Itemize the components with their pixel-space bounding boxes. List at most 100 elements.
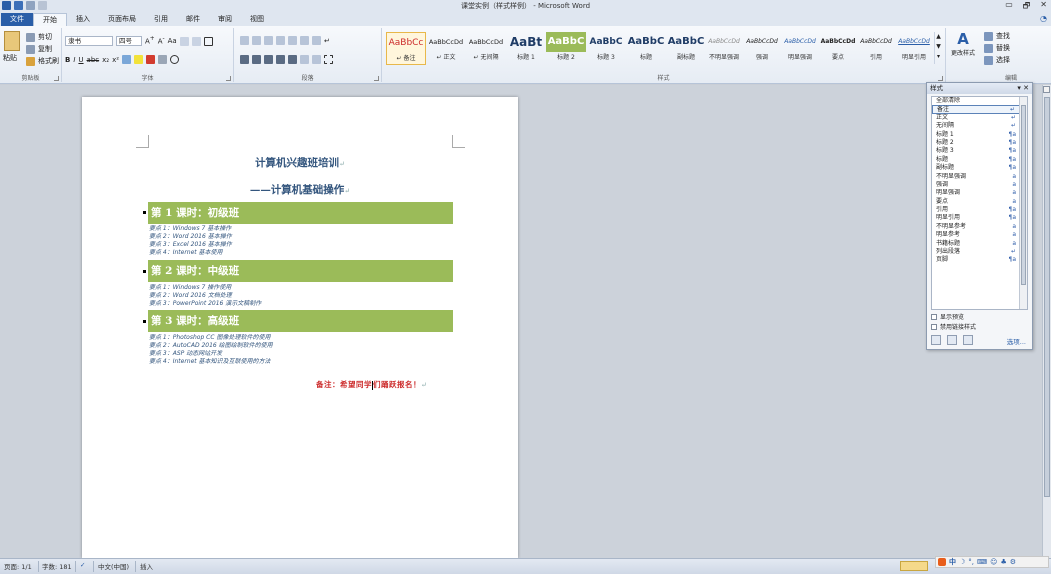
multilevel-list-icon[interactable]	[264, 36, 273, 45]
style-gallery-item[interactable]: AaBbC 标题 3	[586, 32, 626, 65]
style-list-item[interactable]: 不明显强调 a	[932, 173, 1027, 181]
gallery-scroll[interactable]: ▲ ▼ ▾	[934, 32, 942, 64]
justify-icon[interactable]	[276, 55, 285, 64]
tab-mailings[interactable]: 邮件	[177, 13, 209, 26]
print-layout-view-icon[interactable]	[900, 561, 928, 571]
topic-item[interactable]: 要点 2：Word 2016 基本操作	[149, 233, 232, 241]
ime-keyboard-icon[interactable]: ⌨	[977, 558, 987, 566]
ime-user-icon[interactable]: ☺	[990, 558, 997, 566]
remark-paragraph[interactable]: 备注：希望同学们踊跃报名！↵	[316, 379, 427, 390]
topic-item[interactable]: 要点 4：Internet 基本知识及互联使用的方法	[149, 358, 273, 366]
styles-options-link[interactable]: 选项...	[1007, 336, 1026, 346]
enclose-char-icon[interactable]	[170, 55, 180, 64]
style-gallery-item[interactable]: AaBbC 标题	[626, 32, 666, 65]
show-marks-icon[interactable]: ↵	[324, 37, 330, 45]
ime-punct-icon[interactable]: °,	[968, 558, 974, 566]
topic-item[interactable]: 要点 4：Internet 基本使用	[149, 249, 232, 257]
subscript-icon[interactable]: x₂	[102, 56, 109, 64]
change-case-icon[interactable]: Aa	[168, 37, 177, 45]
bullets-icon[interactable]	[240, 36, 249, 45]
disable-linked-styles-checkbox[interactable]: 禁用链接样式	[931, 322, 976, 331]
find-button[interactable]: 查找	[996, 31, 1010, 41]
show-preview-checkbox[interactable]: 显示预览	[931, 312, 964, 321]
char-border-icon[interactable]	[203, 36, 213, 46]
lesson-heading[interactable]: 第 2 课时：中级班	[148, 260, 453, 282]
document-page[interactable]: 计算机兴趣班培训↵ ——计算机基础操作↵ 第 1 课时：初级班 要点 1：Win…	[82, 97, 518, 558]
style-gallery-item[interactable]: AaBbC 标题 2	[546, 32, 586, 65]
align-right-icon[interactable]	[264, 55, 273, 64]
style-list-item[interactable]: 无间隔 ↵	[932, 122, 1027, 130]
paste-button[interactable]: 粘贴	[3, 53, 17, 63]
vertical-scrollbar[interactable]	[1042, 85, 1051, 558]
style-gallery-item[interactable]: AaBbCcDd 明显引用	[894, 32, 934, 65]
ime-skin-icon[interactable]: ♣	[1000, 558, 1006, 566]
lesson-heading[interactable]: 第 1 课时：初级班	[148, 202, 453, 224]
style-gallery-item[interactable]: AaBbCcDd ↵ 无间隔	[466, 32, 506, 65]
ime-moon-icon[interactable]: ☽	[959, 558, 965, 566]
topic-item[interactable]: 要点 2：AutoCAD 2016 绘图绘制软件的使用	[149, 342, 273, 350]
topic-item[interactable]: 要点 1：Windows 7 基本操作	[149, 225, 232, 233]
topic-item[interactable]: 要点 1：Photoshop CC 图像处理软件的使用	[149, 334, 273, 342]
style-gallery-item[interactable]: AaBbCcDd 强调	[742, 32, 782, 65]
tab-view[interactable]: 视图	[241, 13, 273, 26]
font-size-combo[interactable]: 四号	[116, 36, 142, 46]
style-list-item[interactable]: 不明显参考 a	[932, 223, 1027, 231]
tab-references[interactable]: 引用	[145, 13, 177, 26]
format-painter-button[interactable]: 格式刷	[38, 56, 59, 66]
topic-item[interactable]: 要点 3：Excel 2016 基本操作	[149, 241, 232, 249]
style-list-item[interactable]: 正文 ↵	[932, 114, 1027, 122]
clipboard-launcher-icon[interactable]	[54, 76, 59, 81]
style-list-item[interactable]: 要点 a	[932, 198, 1027, 206]
paste-icon[interactable]	[4, 31, 20, 51]
topic-item[interactable]: 要点 1：Windows 7 操作使用	[149, 284, 261, 292]
proofing-icon[interactable]: ✓	[80, 561, 85, 569]
pane-menu-close-icon[interactable]: ▾ ✕	[1017, 83, 1029, 94]
style-gallery-item[interactable]: AaBbCcDd 要点	[818, 32, 858, 65]
change-styles-button[interactable]: A 更改样式	[948, 30, 978, 57]
document-subtitle[interactable]: ——计算机基础操作↵	[82, 182, 518, 197]
ruler-toggle-icon[interactable]	[1043, 86, 1050, 93]
style-gallery-item[interactable]: AaBbCcDd 明显强调	[780, 32, 820, 65]
tab-home[interactable]: 开始	[33, 13, 67, 26]
style-inspector-icon[interactable]	[947, 335, 957, 345]
style-gallery-item[interactable]: AaBbCcDd 引用	[856, 32, 896, 65]
shading-icon[interactable]	[312, 55, 321, 64]
borders-icon[interactable]	[324, 55, 333, 64]
strikethrough-icon[interactable]: abc	[87, 56, 100, 64]
topic-item[interactable]: 要点 3：ASP 动态网站开发	[149, 350, 273, 358]
insert-mode-indicator[interactable]: 插入	[140, 561, 153, 571]
manage-styles-icon[interactable]	[963, 335, 973, 345]
superscript-icon[interactable]: x²	[112, 56, 119, 64]
style-gallery-item[interactable]: AaBbC 副标题	[666, 32, 706, 65]
style-list-item[interactable]: 页脚 ¶a	[932, 256, 1027, 264]
style-gallery-item[interactable]: AaBt 标题 1	[506, 32, 546, 65]
document-title[interactable]: 计算机兴趣班培训↵	[82, 155, 518, 170]
style-list-item[interactable]: 标题 ¶a	[932, 156, 1027, 164]
align-left-icon[interactable]	[240, 55, 249, 64]
ime-settings-icon[interactable]: ⚙	[1010, 558, 1016, 566]
lesson-heading[interactable]: 第 3 课时：高级班	[148, 310, 453, 332]
ime-logo-icon[interactable]	[938, 558, 946, 566]
word-count[interactable]: 字数: 181	[42, 561, 72, 571]
font-launcher-icon[interactable]	[226, 76, 231, 81]
styles-list-scroll-thumb[interactable]	[1021, 105, 1026, 285]
style-list-item[interactable]: 全部清除	[932, 97, 1027, 105]
sort-icon[interactable]	[312, 36, 321, 45]
numbering-icon[interactable]	[252, 36, 261, 45]
font-name-combo[interactable]: 隶书	[65, 36, 113, 46]
style-list-item[interactable]: 书籍标题 a	[932, 240, 1027, 248]
style-gallery-item[interactable]: AaBbCcDd ↵ 正文	[426, 32, 466, 65]
topic-item[interactable]: 要点 3：PowerPoint 2016 演示文稿制作	[149, 300, 261, 308]
clear-format-icon[interactable]	[179, 36, 189, 46]
styles-list-scrollbar[interactable]	[1019, 97, 1027, 309]
text-effects-icon[interactable]	[122, 55, 132, 64]
tab-page-layout[interactable]: 页面布局	[99, 13, 145, 26]
topic-item[interactable]: 要点 2：Word 2016 文档处理	[149, 292, 261, 300]
underline-icon[interactable]: U	[78, 56, 83, 64]
bold-icon[interactable]: B	[65, 56, 70, 64]
style-list-item[interactable]: 明显引用 ¶a	[932, 214, 1027, 222]
new-style-icon[interactable]	[931, 335, 941, 345]
char-shading-icon[interactable]	[158, 55, 168, 64]
styles-launcher-icon[interactable]	[938, 76, 943, 81]
align-center-icon[interactable]	[252, 55, 261, 64]
